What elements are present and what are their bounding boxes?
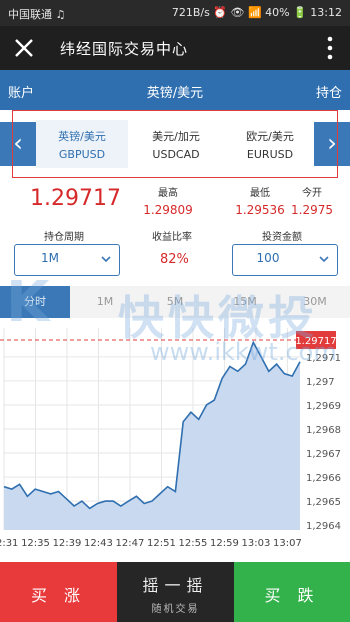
shake-sublabel: 随机交易 bbox=[151, 604, 200, 615]
amount-label: 投资金额 bbox=[262, 232, 302, 243]
y-tick-label: 1,2964 bbox=[306, 521, 341, 532]
status-indicators: 721B/s ⏰ 👁 📶 40% 🔋 13:12 bbox=[171, 6, 342, 19]
high-value: 1.29809 bbox=[143, 203, 193, 217]
high-cell: 最高 1.29809 bbox=[128, 184, 208, 217]
amount-select[interactable]: 100 bbox=[232, 244, 338, 276]
open-label: 今开 bbox=[302, 188, 322, 199]
x-tick-label: 12:31 bbox=[0, 538, 18, 549]
high-label: 最高 bbox=[158, 188, 178, 199]
quote-row: 1.29717 最高 1.29809 最低 1.29536 今开 1.2975 bbox=[0, 178, 350, 222]
yield-value: 82% bbox=[160, 252, 189, 267]
period-label: 持仓周期 bbox=[44, 232, 84, 243]
current-pair-title: 英镑/美元 bbox=[146, 86, 204, 101]
x-tick-label: 12:43 bbox=[84, 538, 113, 549]
nav-header: 英镑/美元 账户 持仓 bbox=[0, 70, 350, 110]
x-tick-label: 12:51 bbox=[147, 538, 176, 549]
order-options: 持仓周期 1M 收益比率 82% 投资金额 100 bbox=[0, 222, 350, 284]
amount-value: 100 bbox=[256, 251, 280, 265]
y-tick-label: 1,2968 bbox=[306, 425, 341, 436]
buy-down-label: 买 跌 bbox=[264, 586, 320, 605]
trade-actions: 买 涨 摇一摇 随机交易 买 跌 bbox=[0, 562, 350, 622]
y-tick-label: 1,2966 bbox=[306, 473, 341, 484]
account-link[interactable]: 账户 bbox=[8, 82, 34, 101]
positions-link[interactable]: 持仓 bbox=[316, 82, 342, 101]
highlight-frame bbox=[12, 110, 338, 178]
current-price: 1.29717 bbox=[30, 186, 121, 211]
title-bar: 纬经国际交易中心 bbox=[0, 26, 350, 70]
period-value: 1M bbox=[41, 251, 59, 265]
shake-button[interactable]: 摇一摇 随机交易 bbox=[117, 562, 234, 622]
watermark-url: www.ikkwt.com bbox=[150, 338, 337, 366]
y-tick-label: 1,2969 bbox=[306, 401, 341, 412]
y-tick-label: 1,2967 bbox=[306, 449, 341, 460]
x-tick-label: 12:55 bbox=[179, 538, 208, 549]
x-tick-label: 13:07 bbox=[273, 538, 302, 549]
watermark-logo: K bbox=[6, 270, 50, 335]
x-tick-label: 13:03 bbox=[242, 538, 271, 549]
x-tick-label: 12:35 bbox=[21, 538, 50, 549]
status-bar: 中国联通 ♫ 721B/s ⏰ 👁 📶 40% 🔋 13:12 bbox=[0, 0, 350, 26]
x-tick-label: 12:59 bbox=[210, 538, 239, 549]
buy-up-label: 买 涨 bbox=[30, 586, 87, 605]
y-tick-label: 1,297 bbox=[306, 377, 335, 388]
close-icon[interactable] bbox=[12, 36, 36, 60]
carrier-label: 中国联通 ♫ bbox=[8, 8, 66, 21]
more-options-icon[interactable] bbox=[326, 35, 334, 61]
x-tick-label: 12:39 bbox=[53, 538, 82, 549]
shake-label: 摇一摇 bbox=[142, 576, 209, 595]
buy-down-button[interactable]: 买 跌 bbox=[234, 562, 350, 622]
open-value: 1.2975 bbox=[291, 203, 333, 217]
y-tick-label: 1,2965 bbox=[306, 497, 341, 508]
chevron-down-icon bbox=[319, 256, 329, 263]
yield-label: 收益比率 bbox=[152, 232, 192, 243]
open-cell: 今开 1.2975 bbox=[282, 184, 342, 217]
page-title: 纬经国际交易中心 bbox=[60, 40, 189, 58]
chevron-down-icon bbox=[101, 256, 111, 263]
buy-up-button[interactable]: 买 涨 bbox=[0, 562, 117, 622]
x-tick-label: 12:47 bbox=[116, 538, 145, 549]
